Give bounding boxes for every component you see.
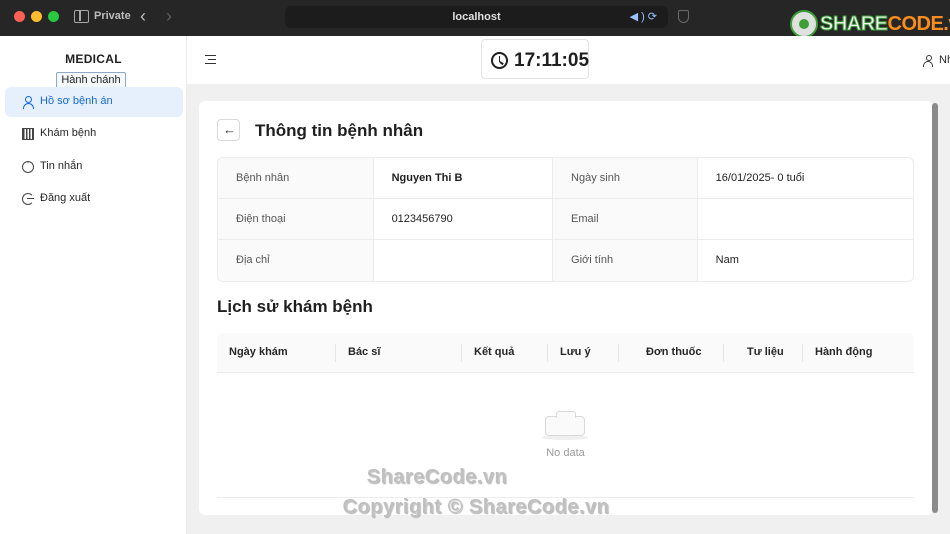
back-arrow-icon[interactable]: ‹ <box>140 6 146 27</box>
column-header-actions[interactable]: Hành động <box>815 346 872 358</box>
phone-value: 0123456790 <box>374 199 554 239</box>
email-label: Email <box>553 199 698 239</box>
top-header: 17:11:05 Nhân viên <box>187 36 950 84</box>
info-row: Địa chỉ Giới tính Nam <box>218 240 913 281</box>
user-icon <box>22 96 34 109</box>
arrow-left-icon: ← <box>223 122 236 137</box>
chat-icon <box>22 158 34 173</box>
collapse-menu-icon[interactable] <box>205 55 216 64</box>
column-divider <box>618 344 619 362</box>
clock-icon <box>491 52 508 69</box>
sidebar-item-medical-records[interactable]: Hồ sơ bệnh án <box>5 87 183 117</box>
table-header: Ngày khám Bác sĩ Kết quả Lưu ý Đơn thuốc… <box>217 333 914 373</box>
scrollbar[interactable] <box>931 101 939 515</box>
sidebar-item-messages[interactable]: Tin nhắn <box>5 152 183 182</box>
barcode-icon <box>22 128 34 140</box>
empty-state-text: No data <box>546 447 585 459</box>
app-title: MEDICAL <box>65 52 122 66</box>
scrollbar-thumb[interactable] <box>932 103 938 513</box>
birthdate-value: 16/01/2025- 0 tuổi <box>715 172 805 184</box>
column-divider <box>461 344 462 362</box>
url-text: localhost <box>452 11 501 23</box>
birthdate-label: Ngày sinh <box>553 158 698 198</box>
column-header-prescription[interactable]: Đơn thuốc <box>646 346 701 358</box>
watermark-text: ShareCode.vn <box>366 466 508 488</box>
column-divider <box>723 344 724 362</box>
private-label: Private <box>94 10 131 22</box>
sidebar-item-logout[interactable]: Đăng xuất <box>5 184 183 214</box>
back-button[interactable]: ← <box>217 119 240 141</box>
address-bar[interactable]: localhost ◀)⟳ <box>285 6 668 28</box>
shield-icon[interactable] <box>678 10 689 23</box>
user-role-label: Nhân viên <box>939 54 950 66</box>
patient-name-value: Nguyen Thi B <box>374 158 554 198</box>
forward-arrow-icon[interactable]: › <box>166 6 172 27</box>
column-divider <box>335 344 336 362</box>
brand-text: SHARECODE.vn <box>820 13 950 36</box>
column-header-exam-date[interactable]: Ngày khám <box>229 346 288 358</box>
maximize-window-button[interactable] <box>48 11 59 22</box>
sidebar-item-label: Đăng xuất <box>40 192 91 204</box>
close-window-button[interactable] <box>14 11 25 22</box>
patient-info-table: Bệnh nhân Nguyen Thi B Ngày sinh 16/01/2… <box>217 157 914 282</box>
column-header-doctor[interactable]: Bác sĩ <box>348 346 380 358</box>
page-title: Thông tin bệnh nhân <box>255 121 424 140</box>
brand-logo-icon <box>790 10 818 38</box>
sidebar-toggle-icon[interactable] <box>74 10 89 23</box>
minimize-window-button[interactable] <box>31 11 42 22</box>
history-title: Lịch sử khám bệnh <box>217 297 373 316</box>
watermark-copyright: Copyright © ShareCode.vn <box>342 496 610 518</box>
address-label: Địa chỉ <box>218 240 374 281</box>
sidebar-item-label: Khám bệnh <box>40 127 97 139</box>
column-header-documents[interactable]: Tư liệu <box>747 346 784 358</box>
sidebar: MEDICAL Hành chánh Hồ sơ bệnh án Khám bệ… <box>0 36 187 534</box>
column-divider <box>547 344 548 362</box>
patient-info-card: ← Thông tin bệnh nhân Bệnh nhân Nguyen T… <box>199 101 933 515</box>
empty-inbox-icon <box>542 410 588 440</box>
sidebar-item-label: Hồ sơ bệnh án <box>40 95 113 107</box>
sidebar-item-label: Tin nhắn <box>40 160 83 172</box>
info-row: Điện thoại 0123456790 Email <box>218 199 913 240</box>
info-row: Bệnh nhân Nguyen Thi B Ngày sinh 16/01/2… <box>218 158 913 199</box>
audio-reload-icon[interactable]: ◀)⟳ <box>630 10 660 23</box>
column-header-notes[interactable]: Lưu ý <box>560 346 591 358</box>
email-value <box>698 199 913 239</box>
user-icon <box>923 55 933 67</box>
clock-time: 17:11:05 <box>514 50 590 71</box>
clock-display: 17:11:05 <box>481 39 589 79</box>
address-value <box>374 240 554 281</box>
patient-name-label: Bệnh nhân <box>218 158 374 198</box>
browser-toolbar: Private ‹ › localhost ◀)⟳ SHARECODE.vn <box>0 0 950 38</box>
gender-value: Nam <box>715 254 739 266</box>
logout-icon <box>22 193 34 205</box>
column-divider <box>802 344 803 362</box>
sidebar-item-examination[interactable]: Khám bệnh <box>5 119 183 149</box>
phone-label: Điện thoại <box>218 199 374 239</box>
column-header-result[interactable]: Kết quả <box>474 346 514 358</box>
gender-label: Giới tính <box>553 240 698 281</box>
